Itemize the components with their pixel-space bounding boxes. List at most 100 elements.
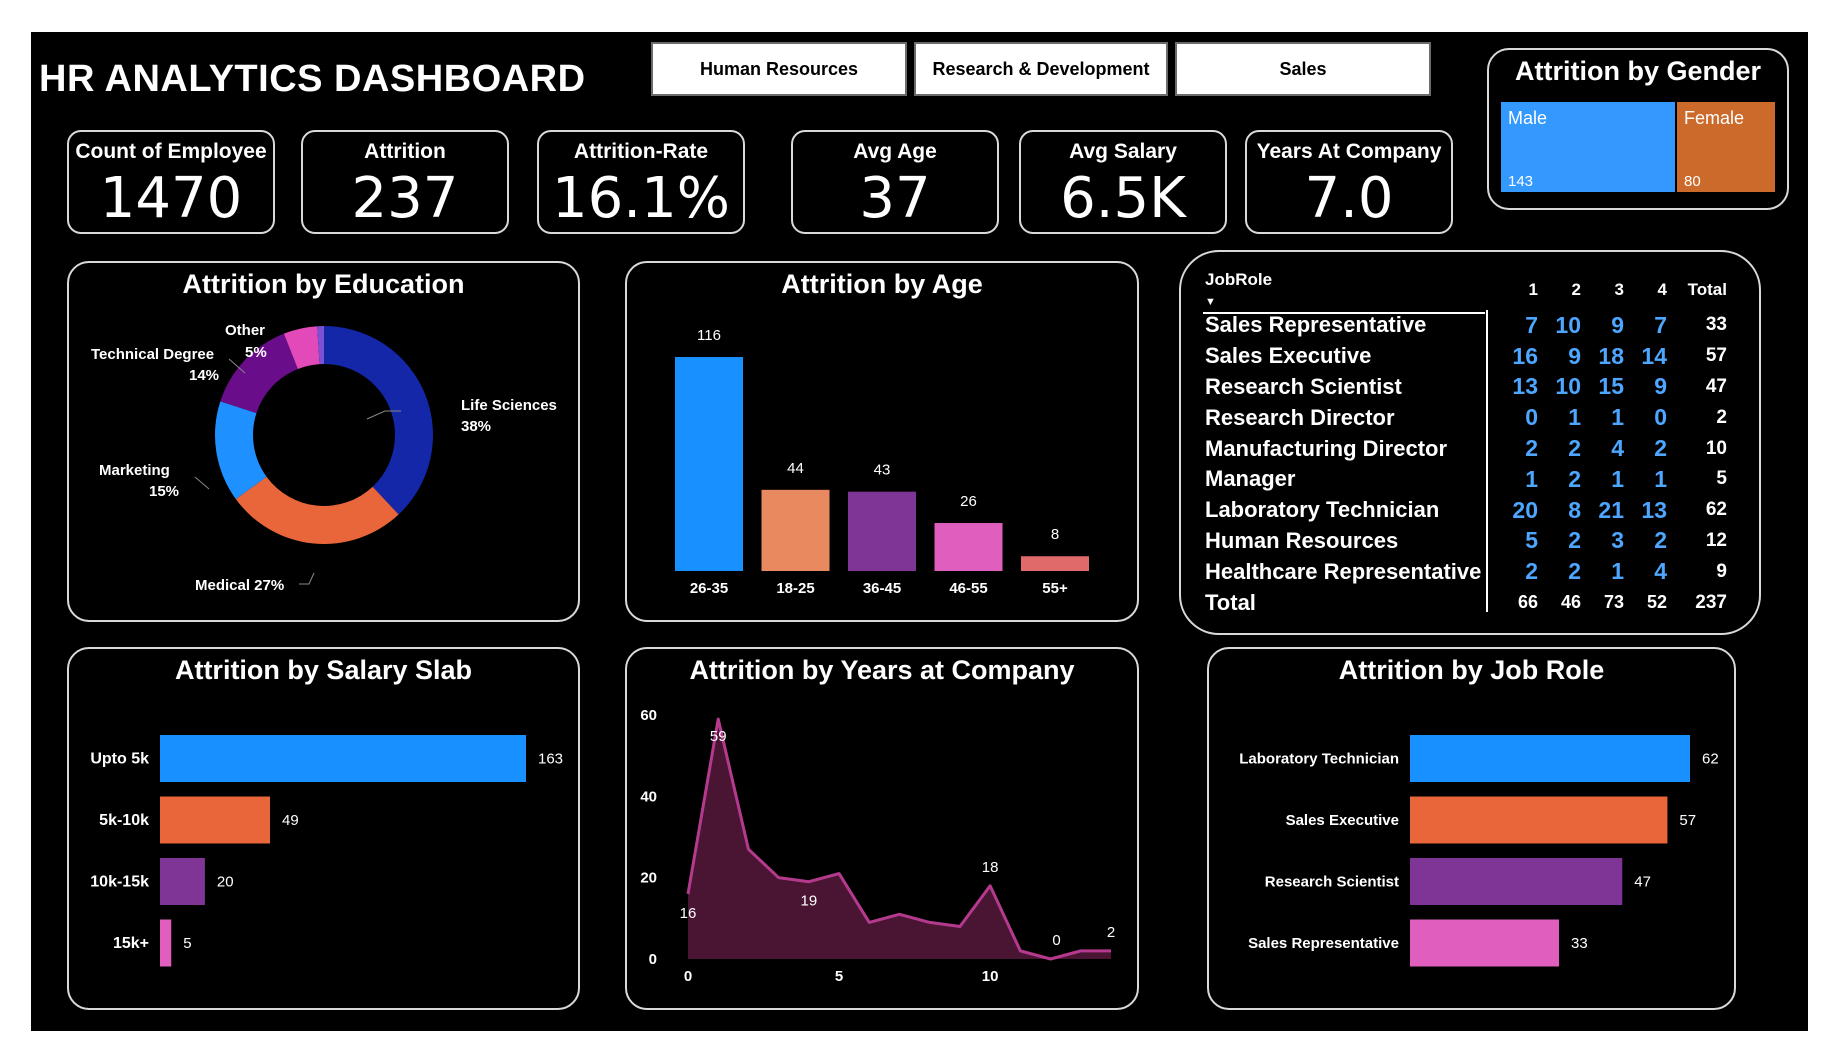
- kpi-label: Count of Employee: [75, 140, 267, 163]
- matrix-value-cell: 66: [1517, 592, 1538, 613]
- matrix-total-cell: 57: [1705, 345, 1727, 367]
- matrix-value-cell: 2: [1568, 527, 1581, 554]
- matrix-value-cell: 14: [1641, 342, 1667, 369]
- education-donut-chart: Life Sciences 38% Medical 27% Marketing …: [91, 322, 557, 594]
- label-life-sciences-pct: 38%: [461, 418, 491, 435]
- age-bar[interactable]: [934, 523, 1003, 571]
- jobrole-bar-value: 57: [1679, 812, 1696, 829]
- jobrole-category-label: Sales Executive: [1286, 812, 1399, 829]
- matrix-value-cell: 13: [1641, 496, 1667, 523]
- age-tick-label: 55+: [1042, 580, 1068, 597]
- jobrole-bar[interactable]: [1410, 858, 1623, 905]
- matrix-row[interactable]: Laboratory Technician 20 8 21 13 62: [1197, 495, 1727, 526]
- jobrole-bar-chart: 62 Laboratory Technician 57 Sales Executive…: [1239, 735, 1719, 967]
- age-tick-label: 46-55: [949, 580, 987, 597]
- jobrole-category-label: Laboratory Technician: [1239, 751, 1399, 768]
- kpi-label: Attrition-Rate: [573, 140, 709, 163]
- salary-category-label: 5k-10k: [99, 812, 149, 829]
- matrix-header-total[interactable]: Total: [1667, 270, 1727, 310]
- matrix-row[interactable]: Research Director 0 1 1 0 2: [1197, 402, 1727, 433]
- matrix-value-cell: 8: [1568, 496, 1581, 523]
- gender-male-value: 143: [1508, 173, 1534, 190]
- matrix-value-cell: 2: [1568, 558, 1581, 585]
- age-bar[interactable]: [1021, 556, 1089, 571]
- kpi-value: 7.0: [1304, 166, 1394, 231]
- matrix-value-cell: 2: [1525, 558, 1538, 585]
- years-data-label: 59: [710, 728, 727, 745]
- gender-title: Attrition by Gender: [1514, 56, 1761, 86]
- matrix-role-cell: Total: [1205, 589, 1256, 615]
- salary-bar[interactable]: [160, 858, 205, 905]
- matrix-value-cell: 2: [1568, 435, 1581, 462]
- matrix-value-cell: 46: [1560, 592, 1581, 613]
- matrix-row[interactable]: Manager 1 2 1 1 5: [1197, 464, 1727, 495]
- matrix-header-1[interactable]: 1: [1495, 270, 1538, 310]
- age-bar[interactable]: [848, 491, 916, 571]
- page-title: HR ANALYTICS DASHBOARD: [39, 58, 586, 100]
- sort-down-icon[interactable]: ▼: [1205, 296, 1216, 308]
- kpi-attrition: Attrition 237: [301, 130, 509, 234]
- matrix-value-cell: 0: [1654, 404, 1667, 431]
- matrix-total-cell: 12: [1705, 529, 1727, 551]
- age-bar[interactable]: [675, 357, 743, 571]
- salary-bar[interactable]: [160, 796, 271, 844]
- matrix-header-4[interactable]: 4: [1624, 270, 1667, 310]
- years-data-label: 2: [1107, 924, 1115, 941]
- matrix-role-cell: Manufacturing Director: [1205, 435, 1448, 461]
- matrix-value-cell: 4: [1654, 558, 1667, 585]
- years-area-fill[interactable]: [688, 719, 1111, 959]
- jobrole-bar[interactable]: [1410, 735, 1690, 782]
- matrix-row[interactable]: Sales Executive 16 9 18 14 57: [1197, 341, 1727, 372]
- jobrole-bar[interactable]: [1410, 796, 1668, 844]
- donut-slice[interactable]: [324, 326, 433, 515]
- jobrole-bar-value: 33: [1571, 935, 1588, 952]
- matrix-header-jobrole[interactable]: JobRole ▼: [1197, 270, 1495, 310]
- kpi-label: Avg Age: [853, 140, 937, 163]
- matrix-total-cell: 47: [1705, 375, 1727, 397]
- matrix-value-cell: 20: [1512, 496, 1538, 523]
- years-y-tick: 20: [640, 870, 657, 887]
- salary-bar[interactable]: [160, 735, 526, 782]
- jobrole-bar[interactable]: [1410, 919, 1560, 967]
- filter-research-development[interactable]: Research & Development: [914, 42, 1168, 96]
- label-life-sciences: Life Sciences: [461, 397, 557, 414]
- salary-bar[interactable]: [160, 919, 172, 967]
- gender-male-tile[interactable]: Male 143: [1501, 102, 1675, 192]
- matrix-value-cell: 1: [1654, 465, 1667, 492]
- gender-female-tile[interactable]: Female 80: [1677, 102, 1775, 192]
- age-tick-label: 18-25: [776, 580, 814, 597]
- salary-bar-value: 49: [282, 812, 299, 829]
- matrix-value-cell: 0: [1525, 404, 1538, 431]
- age-bar-value: 8: [1051, 526, 1059, 543]
- filter-human-resources[interactable]: Human Resources: [651, 42, 907, 96]
- kpi-attrition-rate: Attrition-Rate 16.1%: [537, 130, 745, 234]
- gender-panel: Attrition by Gender Male 143 Female 80: [1487, 48, 1789, 210]
- matrix-row[interactable]: Manufacturing Director 2 2 4 2 10: [1197, 433, 1727, 464]
- age-bar[interactable]: [761, 489, 830, 571]
- matrix-role-cell: Research Director: [1205, 404, 1395, 430]
- matrix-header-3[interactable]: 3: [1581, 270, 1624, 310]
- matrix-row[interactable]: Sales Representative 7 10 9 7 33: [1197, 310, 1727, 341]
- filter-sales[interactable]: Sales: [1175, 42, 1431, 96]
- years-x-tick: 5: [835, 968, 843, 985]
- salary-bar-value: 5: [183, 935, 191, 952]
- matrix-total-row[interactable]: Total 66 46 73 52 237: [1197, 587, 1727, 618]
- matrix-value-cell: 13: [1512, 373, 1538, 400]
- kpi-value: 37: [859, 166, 931, 231]
- matrix-value-cell: 16: [1512, 342, 1538, 369]
- kpi-value: 1470: [99, 166, 243, 231]
- label-medical: Medical 27%: [195, 577, 284, 594]
- matrix-row[interactable]: Research Scientist 13 10 15 9 47: [1197, 372, 1727, 403]
- matrix-role-cell: Human Resources: [1205, 527, 1399, 553]
- age-tick-label: 36-45: [863, 580, 901, 597]
- matrix-value-cell: 7: [1525, 311, 1538, 338]
- matrix-value-cell: 7: [1654, 311, 1667, 338]
- gender-female-value: 80: [1684, 173, 1701, 190]
- label-other: Other: [225, 322, 265, 339]
- matrix-header-2[interactable]: 2: [1538, 270, 1581, 310]
- matrix-row[interactable]: Healthcare Representative 2 2 1 4 9: [1197, 556, 1727, 587]
- matrix-value-cell: 2: [1568, 465, 1581, 492]
- matrix-row[interactable]: Human Resources 5 2 3 2 12: [1197, 526, 1727, 557]
- jobrole-bar-value: 47: [1634, 874, 1651, 891]
- matrix-value-cell: 9: [1654, 373, 1667, 400]
